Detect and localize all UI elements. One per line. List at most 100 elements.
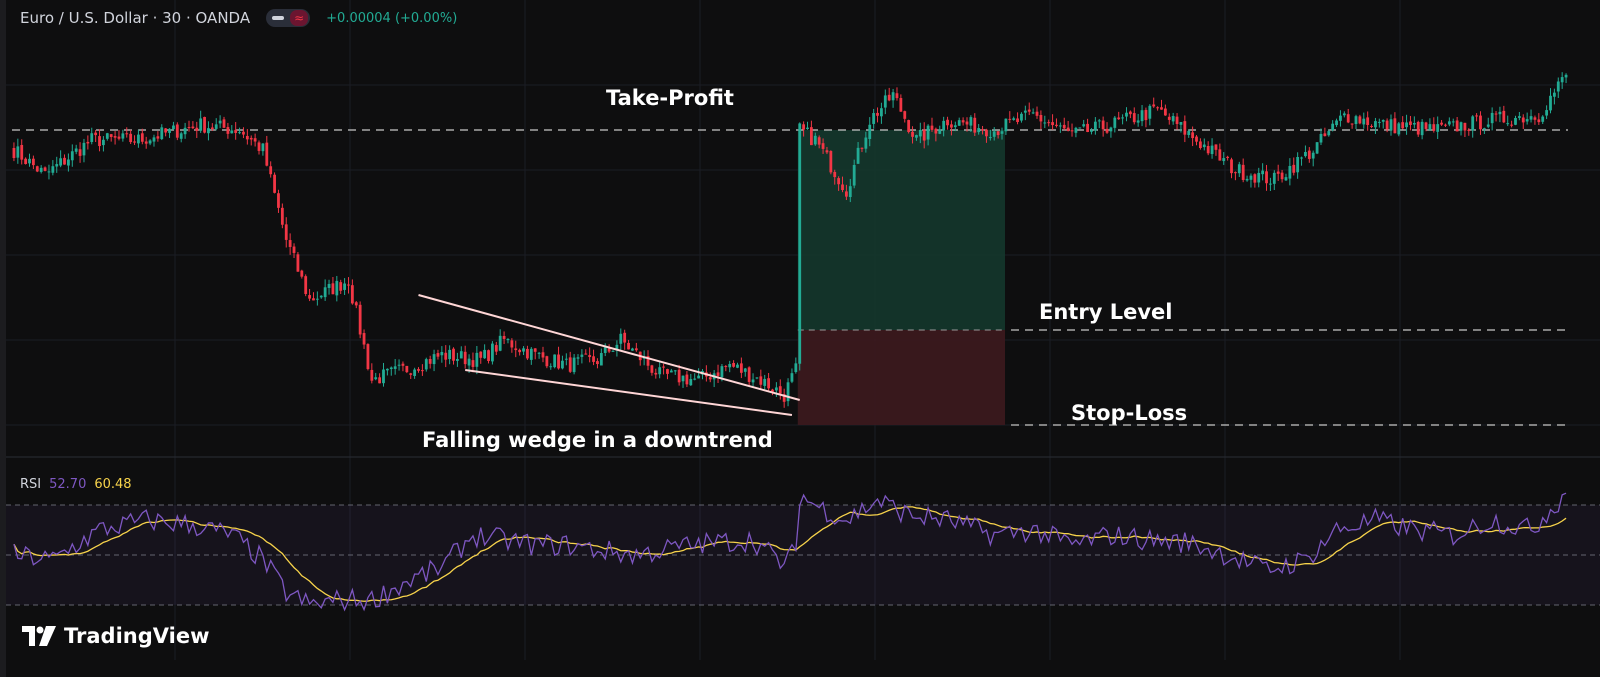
candle — [1335, 120, 1338, 126]
candle — [463, 351, 467, 365]
candle — [1097, 120, 1101, 122]
candle — [599, 353, 603, 366]
indicator-toggle[interactable]: ≈ — [266, 9, 311, 27]
candle — [1346, 114, 1350, 123]
entry-level-label: Entry Level — [1039, 300, 1173, 324]
candle — [323, 287, 327, 298]
candle — [156, 136, 160, 139]
candle — [1128, 111, 1132, 115]
candle — [1432, 124, 1436, 131]
candle — [238, 132, 241, 134]
candle — [218, 120, 222, 124]
candle — [172, 125, 175, 130]
candle — [1537, 119, 1541, 123]
candle — [755, 377, 759, 379]
candle — [1191, 132, 1195, 139]
candle — [409, 373, 413, 375]
candle — [669, 370, 673, 373]
candle — [841, 184, 844, 191]
candle — [288, 240, 292, 247]
candle — [915, 135, 918, 138]
candle — [385, 368, 389, 371]
trading-chart[interactable] — [0, 0, 1600, 677]
candle — [203, 116, 206, 133]
candle — [1113, 117, 1117, 128]
candle — [327, 283, 331, 288]
candle — [1078, 127, 1082, 129]
candle — [280, 207, 284, 225]
symbol-title[interactable]: Euro / U.S. Dollar · 30 · OANDA — [20, 9, 250, 27]
candle — [1031, 112, 1035, 114]
candle — [1424, 122, 1428, 129]
candle — [1292, 164, 1296, 173]
candle — [444, 352, 448, 360]
candle — [164, 128, 168, 133]
wave-icon[interactable]: ≈ — [290, 10, 309, 26]
candle — [693, 378, 697, 380]
candle — [479, 351, 483, 358]
candle — [1202, 144, 1206, 148]
candle — [1187, 131, 1191, 135]
candle — [1023, 110, 1027, 113]
candle — [117, 136, 121, 139]
candle — [59, 158, 63, 166]
candle — [1455, 120, 1459, 132]
candle — [1447, 121, 1451, 125]
candle — [1514, 117, 1517, 125]
candle — [428, 358, 432, 364]
candle — [1210, 145, 1214, 155]
candle — [292, 246, 296, 253]
candle — [183, 127, 187, 135]
candle — [1016, 118, 1019, 123]
candle — [393, 366, 397, 369]
candle — [880, 108, 883, 117]
candle — [977, 128, 981, 133]
tradingview-logo[interactable]: TradingView — [22, 624, 209, 648]
candle — [343, 283, 346, 290]
candle — [389, 367, 393, 370]
candle — [1109, 127, 1113, 132]
candle — [1008, 118, 1012, 120]
candle — [179, 133, 183, 139]
candle — [1315, 142, 1319, 154]
candle — [1144, 109, 1148, 121]
candle — [529, 348, 533, 360]
candle — [981, 129, 984, 131]
rsi-name[interactable]: RSI — [20, 477, 41, 492]
candle — [806, 127, 809, 130]
candle — [1307, 150, 1311, 159]
candle — [413, 369, 417, 376]
candle — [1517, 116, 1521, 118]
candle — [926, 125, 930, 140]
candle — [1012, 118, 1016, 120]
candle — [564, 358, 568, 360]
candle — [561, 360, 564, 369]
candle — [405, 365, 409, 373]
candle — [1463, 122, 1467, 131]
candle — [833, 171, 837, 178]
candle — [1253, 174, 1257, 183]
candle — [1416, 121, 1420, 135]
candle — [883, 95, 887, 108]
candle — [537, 352, 541, 354]
candle — [938, 129, 942, 134]
candle — [1027, 109, 1031, 112]
candle — [580, 354, 584, 357]
rsi-value: 52.70 — [49, 477, 87, 492]
candle — [1055, 124, 1058, 126]
candle — [234, 129, 238, 133]
candle — [347, 284, 350, 286]
candle — [860, 147, 864, 149]
candle — [837, 178, 841, 185]
candle — [1020, 113, 1023, 121]
loss-zone — [797, 330, 1005, 425]
eye-icon[interactable] — [272, 16, 285, 20]
candle — [253, 138, 257, 142]
candle — [957, 120, 961, 126]
candle — [1039, 114, 1043, 122]
candle — [424, 359, 428, 370]
candle — [1066, 127, 1070, 131]
candle — [1261, 170, 1265, 175]
candle — [47, 171, 51, 173]
candle — [1502, 110, 1506, 123]
